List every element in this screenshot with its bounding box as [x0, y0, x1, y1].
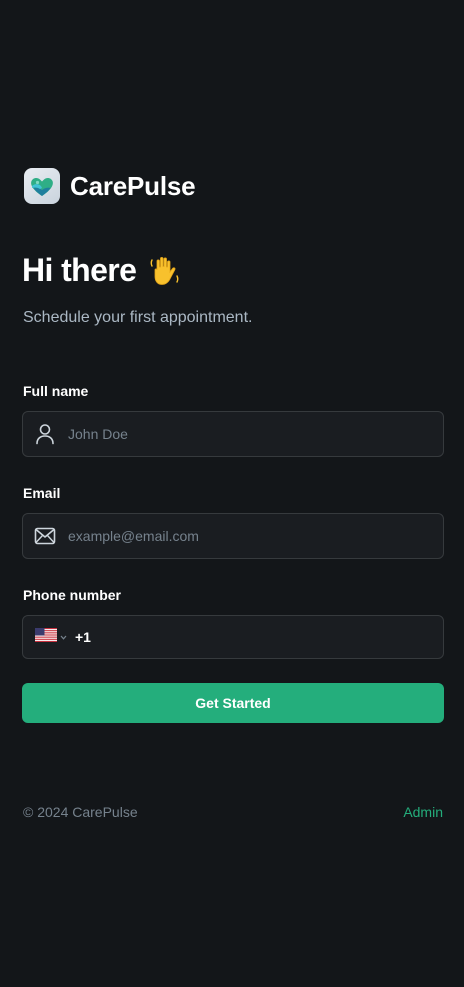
chevron-down-icon: [60, 635, 67, 640]
full-name-input[interactable]: [67, 414, 443, 454]
email-field[interactable]: [22, 513, 444, 559]
page-subtitle: Schedule your first appointment.: [23, 309, 253, 326]
country-select[interactable]: [23, 627, 67, 647]
full-name-label: Full name: [23, 383, 89, 399]
copyright-text: © 2024 CarePulse: [23, 804, 138, 820]
get-started-button[interactable]: Get Started: [22, 683, 444, 723]
email-label: Email: [23, 485, 61, 501]
email-input[interactable]: [67, 516, 443, 556]
phone-field[interactable]: +1: [22, 615, 444, 659]
mail-icon: [23, 514, 67, 558]
brand-name: CarePulse: [70, 170, 196, 201]
phone-label: Phone number: [23, 587, 122, 603]
brand-header: CarePulse: [24, 168, 196, 204]
hero-heading-row: Hi there: [22, 252, 182, 289]
onboarding-page: CarePulse Hi there Schedule your first a…: [0, 0, 464, 987]
user-icon: [23, 412, 67, 456]
page-title: Hi there: [22, 252, 137, 288]
country-code: +1: [75, 629, 91, 645]
admin-link[interactable]: Admin: [403, 804, 443, 820]
waving-hand-icon: [148, 254, 182, 288]
us-flag-icon: [35, 627, 57, 647]
heart-hands-logo-icon: [24, 168, 60, 204]
phone-input[interactable]: [92, 617, 443, 657]
full-name-field[interactable]: [22, 411, 444, 457]
